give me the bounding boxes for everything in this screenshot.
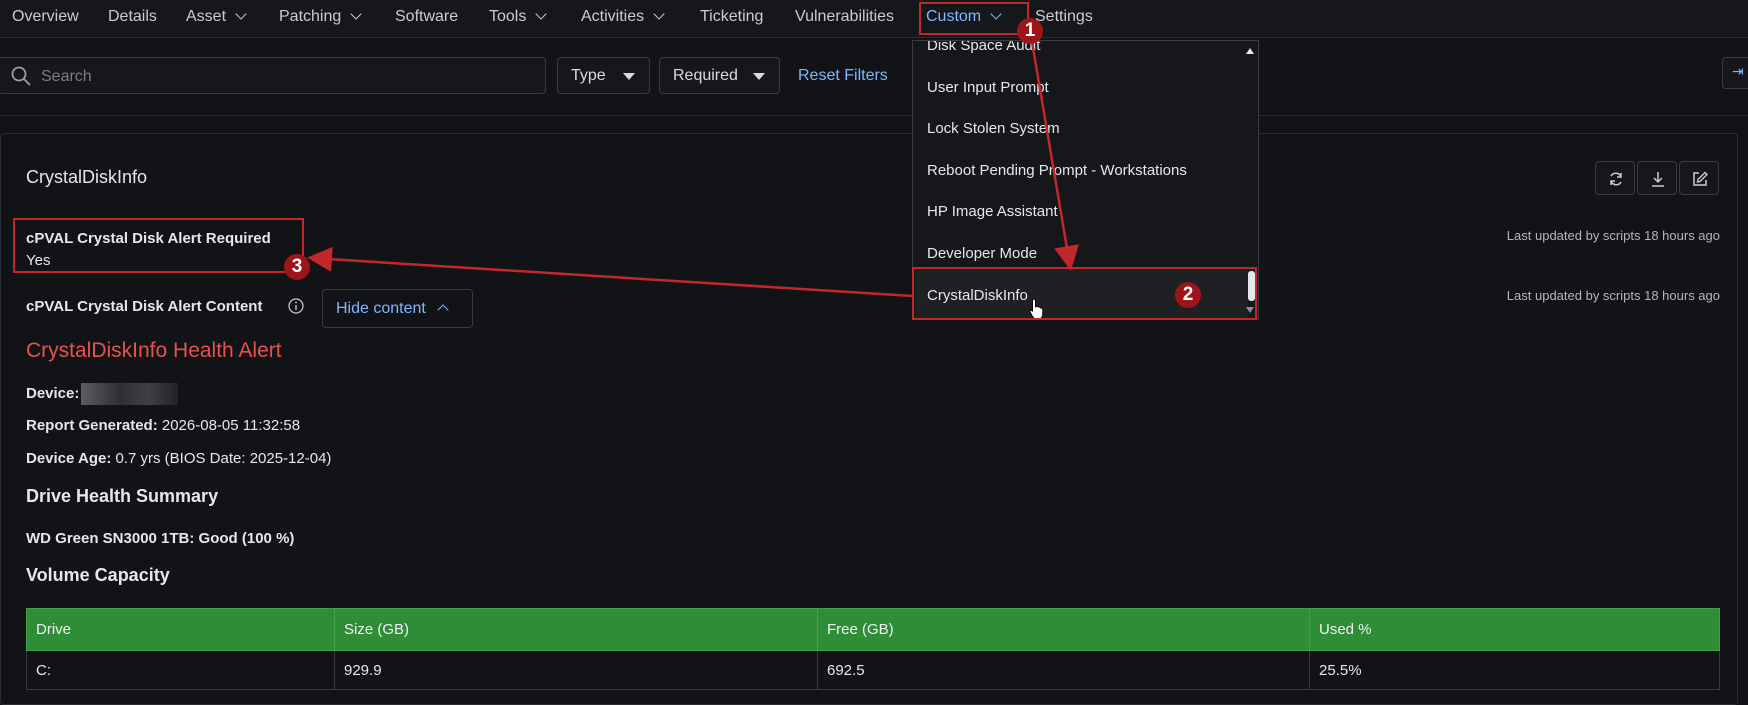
annotation-badge-1: 1: [1017, 18, 1043, 44]
annotation-box-custom-tab: [919, 2, 1029, 35]
annotation-badge-3: 3: [284, 254, 310, 280]
annotation-box-crystaldiskinfo: [912, 267, 1257, 320]
annotation-arrow-2-to-3: [307, 246, 913, 298]
annotation-arrows: [307, 29, 1079, 298]
annotation-badge-2: 2: [1175, 282, 1201, 308]
annotation-box-alert-required: [13, 218, 304, 273]
annotation-arrow-1-to-2: [1028, 29, 1079, 271]
